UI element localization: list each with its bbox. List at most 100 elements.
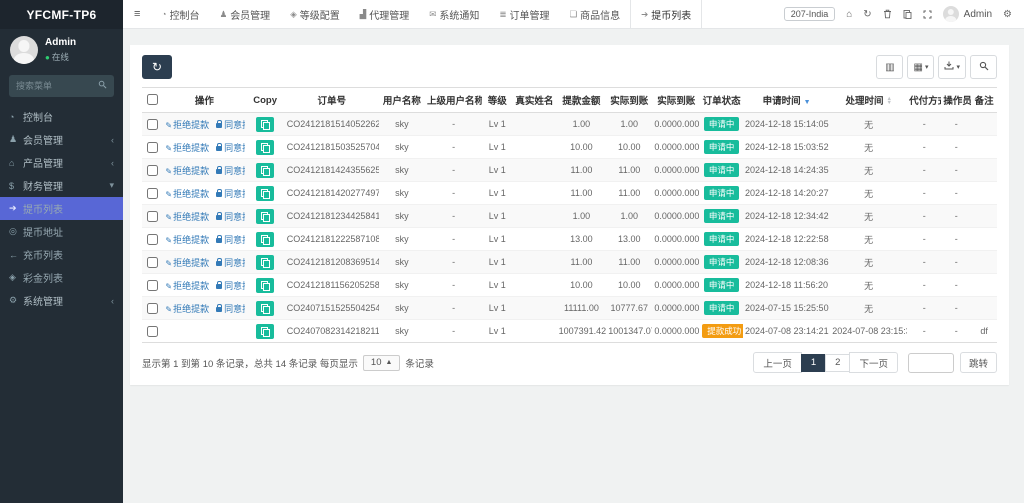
reject-withdraw-link[interactable]: ✎拒绝提款	[165, 281, 209, 291]
cell-parent-user: -	[425, 251, 482, 274]
sidebar-subitem-label: 提币地址	[23, 224, 63, 239]
row-checkbox[interactable]	[147, 257, 158, 268]
fullscreen-icon[interactable]	[923, 10, 932, 19]
page-size-select[interactable]: 10 ▲	[363, 355, 401, 371]
copy-button[interactable]	[256, 117, 274, 132]
cell-actual: 13.00	[606, 228, 652, 251]
topnav-tab[interactable]: ✉系统通知	[419, 0, 489, 28]
row-checkbox[interactable]	[147, 303, 158, 314]
refresh-icon[interactable]: ↻	[863, 9, 871, 20]
copy-button[interactable]	[256, 278, 274, 293]
cell-real-name	[512, 136, 556, 159]
card-toolbar: ↻ ▥▦▾▾	[142, 55, 997, 79]
cell-select	[142, 274, 163, 297]
row-checkbox[interactable]	[147, 280, 158, 291]
reject-withdraw-link[interactable]: ✎拒绝提款	[165, 258, 209, 268]
status-badge: 申请中	[704, 117, 740, 131]
sidebar-subitem[interactable]: ◈彩金列表	[0, 266, 123, 289]
sidebar-subitem[interactable]: ←充币列表	[0, 243, 123, 266]
export-button[interactable]: ▾	[938, 55, 966, 79]
sidebar-search[interactable]	[9, 75, 114, 97]
reject-withdraw-link[interactable]: ✎拒绝提款	[165, 143, 209, 153]
withdraw-table: 操作Copy订单号用户名称上级用户名称等级真实姓名提款金额实际到账实际到账订单状…	[142, 87, 997, 343]
row-checkbox[interactable]	[147, 326, 158, 337]
row-checkbox[interactable]	[147, 119, 158, 130]
card-view-button[interactable]: ▥	[876, 55, 903, 79]
sidebar-item[interactable]: ◔控制台	[0, 105, 123, 128]
cell-username: sky	[379, 320, 425, 343]
orders-icon: ≣	[499, 9, 506, 20]
lock-icon	[216, 192, 222, 197]
select-all-checkbox[interactable]	[147, 94, 158, 105]
sidebar-subitem[interactable]: ➔提币列表	[0, 197, 123, 220]
next-page-button[interactable]: 下一页	[849, 352, 898, 373]
sidebar-subitem[interactable]: ◎提币地址	[0, 220, 123, 243]
approve-withdraw-link[interactable]: 同意提款	[216, 304, 245, 314]
copy-button[interactable]	[256, 255, 274, 270]
jump-page-input[interactable]	[908, 353, 954, 373]
reject-withdraw-link[interactable]: ✎拒绝提款	[165, 166, 209, 176]
settings-icon[interactable]: ⚙	[1003, 9, 1012, 20]
sidebar-search-input[interactable]	[16, 81, 98, 91]
approve-withdraw-link[interactable]: 同意提款	[216, 189, 245, 199]
copy-button[interactable]	[256, 140, 274, 155]
topnav-user[interactable]: Admin	[943, 6, 992, 22]
approve-withdraw-link[interactable]: 同意提款	[216, 212, 245, 222]
copy-button[interactable]	[256, 301, 274, 316]
topnav-tab[interactable]: ▟代理管理	[350, 0, 420, 28]
copy-button[interactable]	[256, 324, 274, 339]
pencil-icon: ✎	[165, 236, 172, 245]
row-checkbox[interactable]	[147, 165, 158, 176]
sidebar-item[interactable]: ♟会员管理‹	[0, 128, 123, 151]
search-button[interactable]	[970, 55, 997, 79]
refresh-button[interactable]: ↻	[142, 55, 172, 79]
topnav-tab[interactable]: ◔控制台	[151, 0, 209, 28]
approve-withdraw-link[interactable]: 同意提款	[216, 258, 245, 268]
copy-button[interactable]	[256, 232, 274, 247]
reject-withdraw-link[interactable]: ✎拒绝提款	[165, 120, 209, 130]
reject-withdraw-link[interactable]: ✎拒绝提款	[165, 189, 209, 199]
approve-withdraw-link[interactable]: 同意提款	[216, 235, 245, 245]
topnav-tab[interactable]: ❏商品信息	[560, 0, 631, 28]
withdraw-list-icon: ➔	[641, 9, 648, 20]
topnav-tab[interactable]: ➔提币列表	[630, 0, 702, 28]
sidebar-item[interactable]: $财务管理▾	[0, 174, 123, 197]
column-header-label: 实际到账	[657, 96, 695, 107]
topnav-tab[interactable]: ≣订单管理	[489, 0, 559, 28]
copy-button[interactable]	[256, 209, 274, 224]
hamburger-icon[interactable]: ≡	[123, 8, 151, 20]
cell-order-no: CO2407082314218211	[285, 320, 379, 343]
topnav-tab[interactable]: ◈等级配置	[280, 0, 350, 28]
pencil-icon: ✎	[165, 144, 172, 153]
row-checkbox[interactable]	[147, 142, 158, 153]
sidebar-item[interactable]: ⚙系统管理‹	[0, 289, 123, 312]
approve-withdraw-link[interactable]: 同意提款	[216, 281, 245, 291]
columns-button[interactable]: ▦▾	[907, 55, 934, 79]
reject-withdraw-link[interactable]: ✎拒绝提款	[165, 304, 209, 314]
home-icon[interactable]: ⌂	[846, 9, 852, 20]
row-checkbox[interactable]	[147, 234, 158, 245]
reject-withdraw-link[interactable]: ✎拒绝提款	[165, 235, 209, 245]
jump-button[interactable]: 跳转	[960, 352, 997, 373]
approve-withdraw-link[interactable]: 同意提款	[216, 166, 245, 176]
clear-cache-icon[interactable]	[903, 9, 912, 19]
trash-icon[interactable]	[883, 9, 892, 19]
page-button-2[interactable]: 2	[825, 354, 850, 372]
approve-label: 同意提款	[224, 143, 245, 153]
reject-withdraw-link[interactable]: ✎拒绝提款	[165, 212, 209, 222]
page-button-1[interactable]: 1	[801, 354, 826, 372]
copy-button[interactable]	[256, 186, 274, 201]
approve-withdraw-link[interactable]: 同意提款	[216, 120, 245, 130]
cell-operations: ✎拒绝提款同意提款	[163, 297, 245, 320]
column-header: 操作	[163, 88, 245, 113]
row-checkbox[interactable]	[147, 188, 158, 199]
approve-withdraw-link[interactable]: 同意提款	[216, 143, 245, 153]
chevron-left-icon: ‹	[111, 296, 114, 306]
sidebar-item[interactable]: ⌂产品管理‹	[0, 151, 123, 174]
row-checkbox[interactable]	[147, 211, 158, 222]
bonus-list-icon: ◈	[9, 272, 23, 283]
topnav-tab[interactable]: ♟会员管理	[210, 0, 281, 28]
copy-button[interactable]	[256, 163, 274, 178]
region-selector[interactable]: 207-India	[784, 7, 836, 21]
prev-page-button[interactable]: 上一页	[753, 352, 802, 373]
